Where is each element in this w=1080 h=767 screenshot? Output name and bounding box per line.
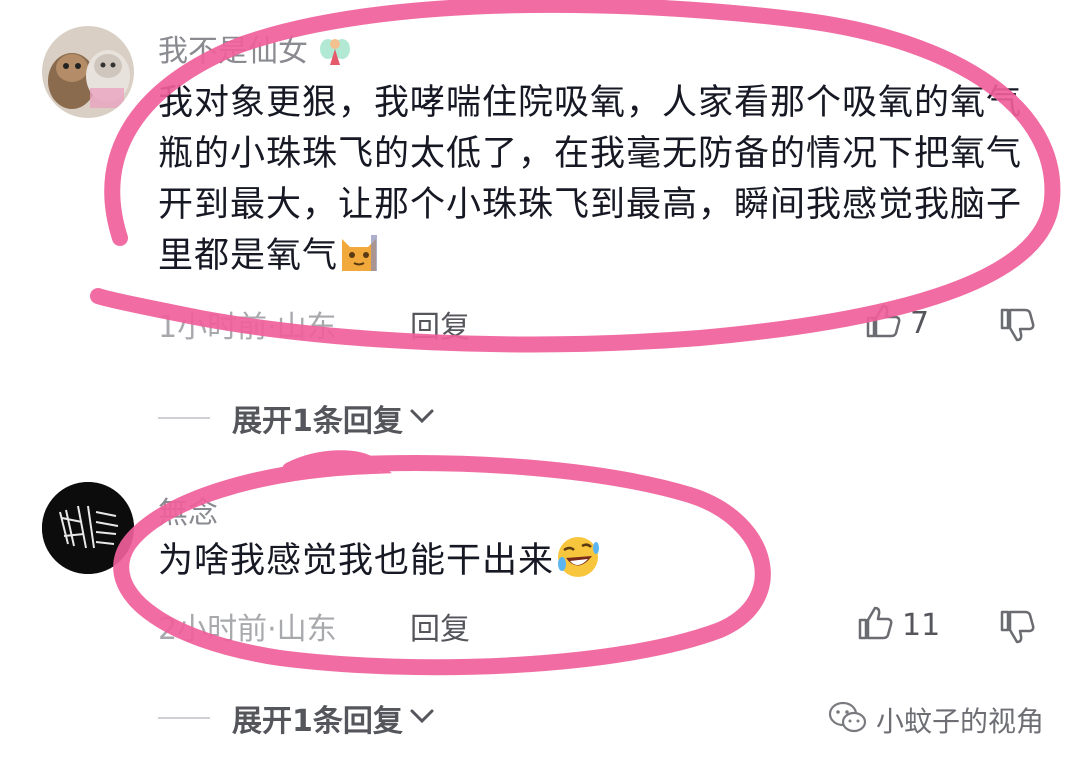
like-button[interactable]: 11: [856, 604, 940, 646]
divider-line: [158, 717, 210, 719]
thumbs-up-icon: [864, 302, 902, 344]
username[interactable]: 無念: [158, 488, 218, 532]
fairy-icon: [318, 35, 352, 77]
cat-emoji-icon: [338, 231, 380, 290]
username-text: 我不是仙女: [158, 34, 308, 69]
dislike-button[interactable]: [998, 608, 1036, 650]
comment-meta: 2小时前·山东: [158, 612, 337, 647]
like-count: 11: [902, 607, 941, 643]
chevron-down-icon: [409, 706, 435, 730]
thumbs-up-icon: [856, 604, 894, 646]
comment-text: 为啥我感觉我也能干出来: [158, 534, 1038, 595]
watermark-text: 小蚊子的视角: [875, 705, 1044, 738]
username[interactable]: 我不是仙女: [158, 26, 352, 77]
comment-text: 我对象更狠，我哮喘住院吸氧，人家看那个吸氧的氧气瓶的小珠珠飞的太低了，在我毫无防…: [158, 78, 1038, 290]
avatar[interactable]: [42, 26, 134, 118]
comment-text-content: 我对象更狠，我哮喘住院吸氧，人家看那个吸氧的氧气瓶的小珠珠飞的太低了，在我毫无防…: [158, 83, 1023, 276]
thumbs-down-icon: [998, 610, 1036, 650]
rolling-laughing-emoji-icon: [554, 534, 602, 595]
thumbs-down-icon: [998, 308, 1036, 348]
like-count: 7: [910, 305, 930, 341]
wechat-icon: [828, 701, 868, 739]
dislike-button[interactable]: [998, 306, 1036, 348]
reply-button[interactable]: 回复: [410, 604, 470, 648]
divider-line: [158, 417, 210, 419]
like-button[interactable]: 7: [864, 302, 929, 344]
expand-replies-label: 展开1条回复: [232, 704, 403, 739]
expand-replies-label: 展开1条回复: [232, 404, 403, 439]
comment-meta: 1小时前·山东: [158, 310, 337, 345]
watermark: 小蚊子的视角: [828, 700, 1044, 740]
expand-replies-button[interactable]: 展开1条回复: [158, 396, 435, 440]
reply-button[interactable]: 回复: [410, 302, 470, 346]
chevron-down-icon: [409, 406, 435, 430]
expand-replies-button[interactable]: 展开1条回复: [158, 696, 435, 740]
comment-text-content: 为啥我感觉我也能干出来: [158, 541, 555, 581]
avatar[interactable]: [42, 482, 134, 574]
